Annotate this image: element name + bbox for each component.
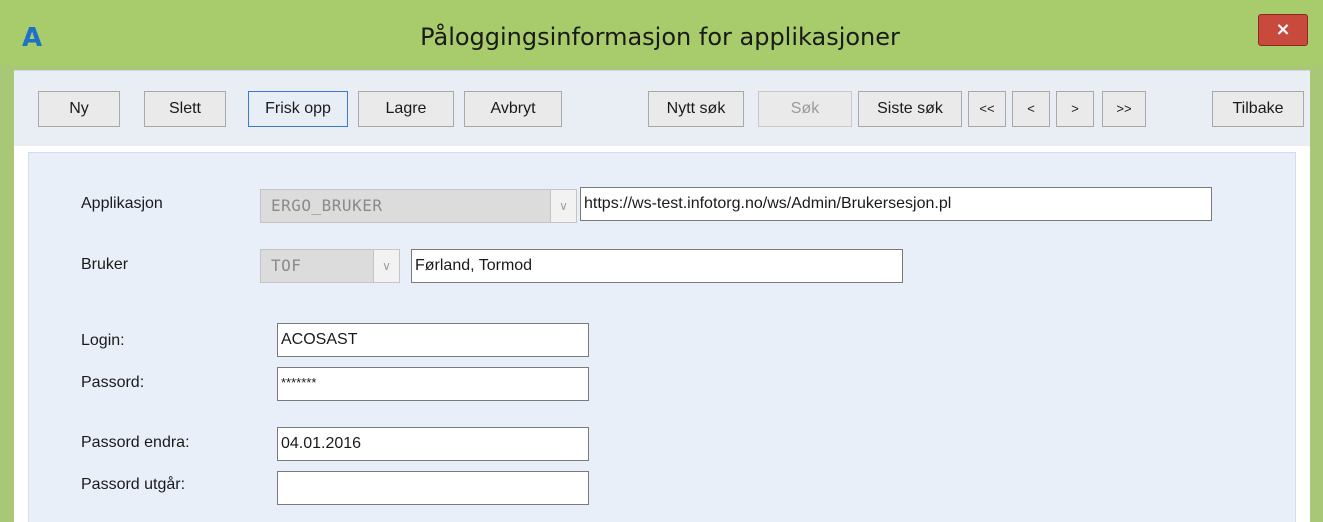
toolbar: Ny Slett Frisk opp Lagre Avbryt Nytt søk…: [14, 70, 1310, 147]
chevron-down-icon: ∨: [382, 259, 391, 273]
application-dropdown[interactable]: ∨: [551, 189, 577, 223]
chevron-down-icon: ∨: [559, 199, 568, 213]
password-changed-field[interactable]: 04.01.2016: [277, 427, 589, 461]
new-button[interactable]: Ny: [38, 91, 120, 127]
login-field[interactable]: ACOSAST: [277, 323, 589, 357]
first-record-button[interactable]: <<: [968, 91, 1006, 127]
new-search-button[interactable]: Nytt søk: [648, 91, 744, 127]
save-button[interactable]: Lagre: [358, 91, 454, 127]
title-bar: A Påloggingsinformasjon for applikasjone…: [0, 0, 1323, 66]
window-title: Påloggingsinformasjon for applikasjoner: [420, 23, 900, 51]
application-url-field[interactable]: https://ws-test.infotorg.no/ws/Admin/Bru…: [580, 187, 1212, 221]
password-field[interactable]: *******: [277, 367, 589, 401]
previous-record-button[interactable]: <: [1012, 91, 1050, 127]
form-area: Applikasjon ERGO_BRUKER ∨ https://ws-tes…: [28, 152, 1296, 522]
user-select[interactable]: TOF: [260, 249, 374, 283]
application-label: Applikasjon: [81, 195, 163, 212]
content-panel: Applikasjon ERGO_BRUKER ∨ https://ws-tes…: [14, 146, 1310, 522]
last-search-button[interactable]: Siste søk: [858, 91, 962, 127]
password-label: Passord:: [81, 374, 145, 391]
application-select[interactable]: ERGO_BRUKER: [260, 189, 551, 223]
close-button[interactable]: ×: [1258, 14, 1308, 46]
close-icon: ×: [1275, 19, 1291, 40]
last-record-button[interactable]: >>: [1102, 91, 1146, 127]
cancel-button[interactable]: Avbryt: [464, 91, 562, 127]
password-expires-label: Passord utgår:: [81, 476, 186, 493]
password-changed-label: Passord endra:: [81, 434, 190, 451]
password-expires-field[interactable]: [277, 471, 589, 505]
user-name-field[interactable]: Førland, Tormod: [411, 249, 903, 283]
next-record-button[interactable]: >: [1056, 91, 1094, 127]
refresh-button[interactable]: Frisk opp: [248, 91, 348, 127]
back-button[interactable]: Tilbake: [1212, 91, 1304, 127]
app-logo-icon: A: [21, 23, 43, 53]
user-dropdown[interactable]: ∨: [374, 249, 400, 283]
delete-button[interactable]: Slett: [144, 91, 226, 127]
search-button[interactable]: Søk: [758, 91, 852, 127]
login-label: Login:: [81, 332, 125, 349]
user-label: Bruker: [81, 256, 129, 273]
app-window: A Påloggingsinformasjon for applikasjone…: [0, 0, 1323, 522]
